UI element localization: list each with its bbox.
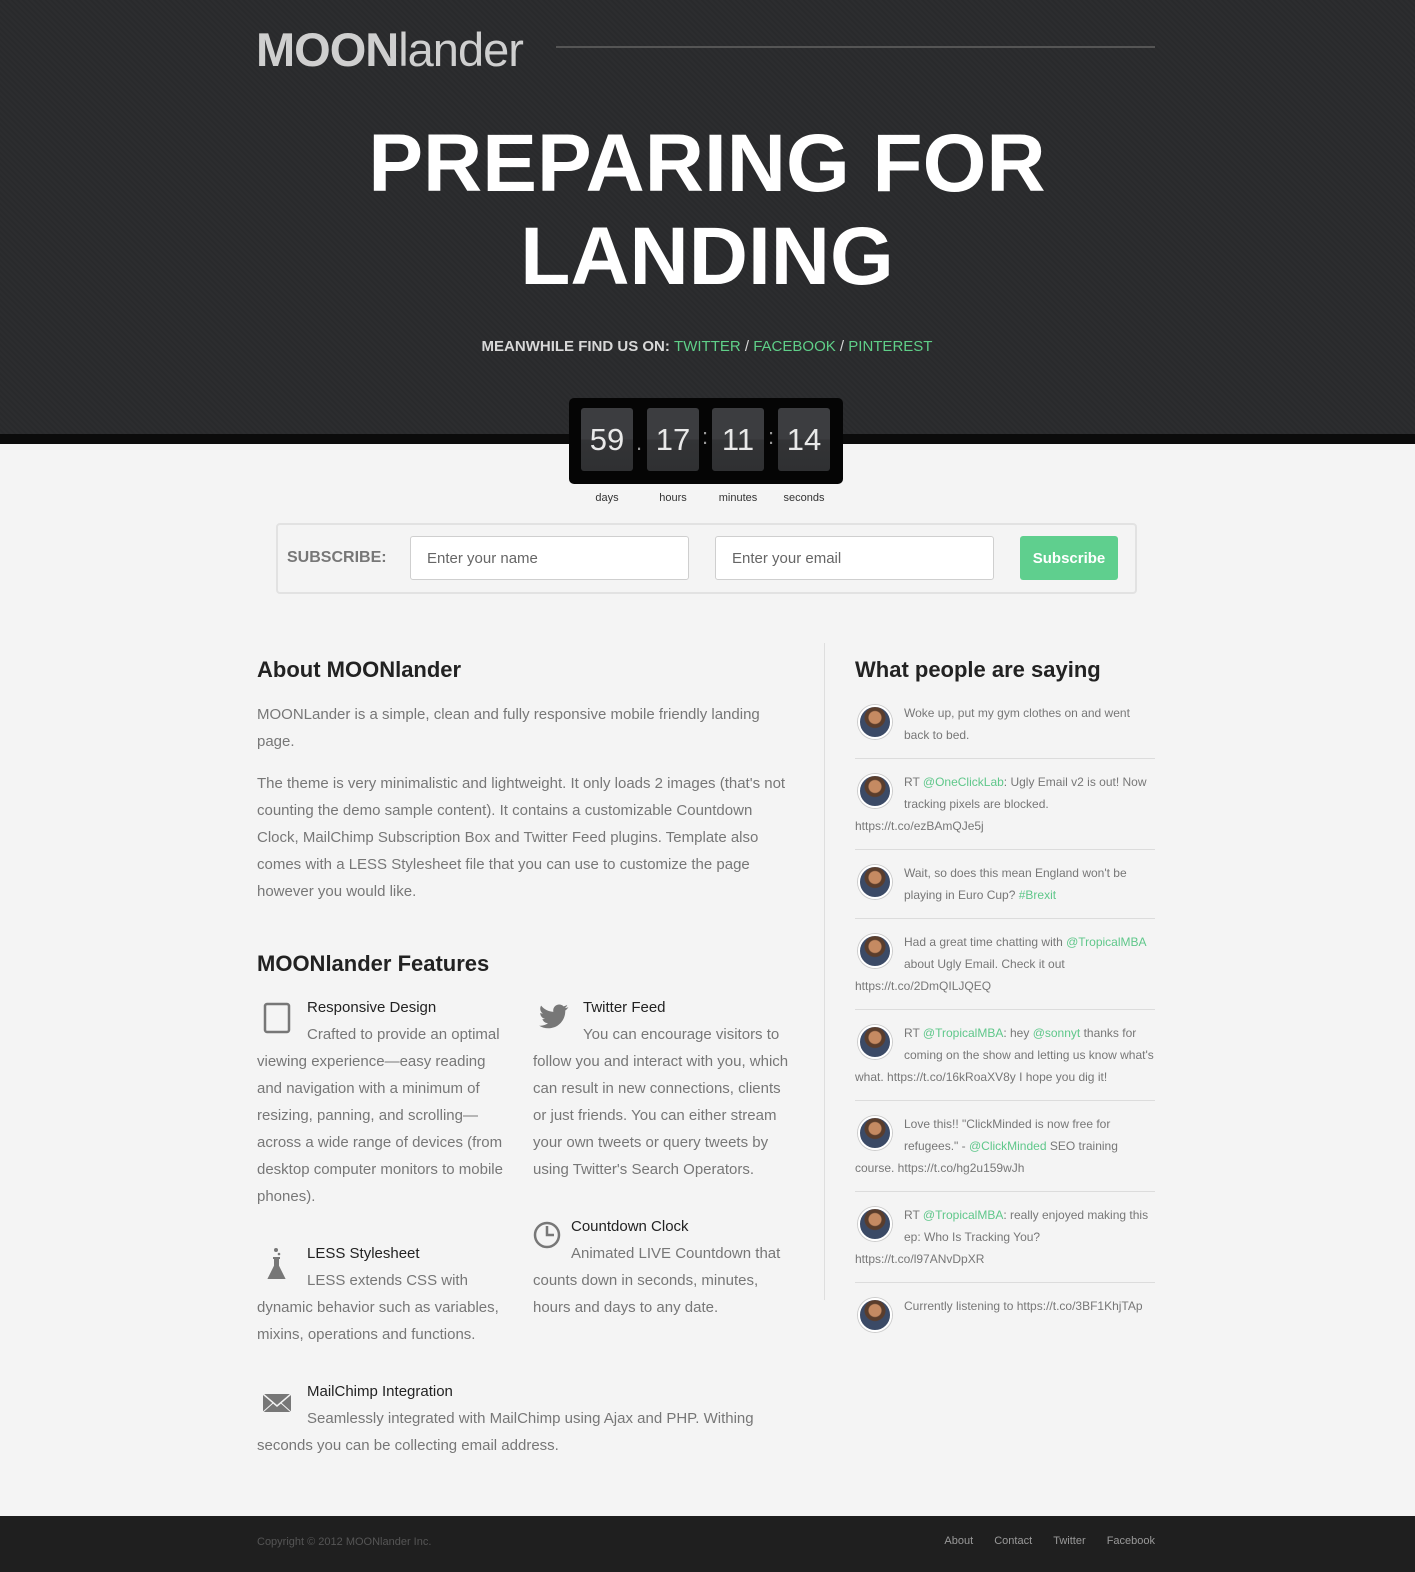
tweet-text: RT [904, 1208, 923, 1222]
tweet-item: Had a great time chatting with @Tropical… [855, 929, 1155, 1010]
clock-icon [533, 1221, 561, 1249]
logo[interactable]: MOONlander [256, 22, 524, 76]
tweet-text: Woke up, put my gym clothes on and went … [904, 706, 1130, 742]
tweet-list: Woke up, put my gym clothes on and went … [855, 700, 1155, 1354]
tweet-text: Wait, so does this mean England won't be… [904, 866, 1127, 902]
tweet-link[interactable]: #Brexit [1019, 888, 1056, 902]
avatar[interactable] [858, 865, 892, 899]
hero-section: MOONlander PREPARING FOR LANDING MEANWHI… [0, 0, 1415, 434]
tweet-link[interactable]: @OneClickLab [923, 775, 1004, 789]
avatar[interactable] [858, 1207, 892, 1241]
separator: / [839, 338, 845, 355]
tweet-text: Currently listening to https://t.co/3BF1… [904, 1299, 1143, 1313]
tweet-link[interactable]: @TropicalMBA [1066, 935, 1146, 949]
countdown-separator: . [635, 430, 643, 455]
tweet-item: Woke up, put my gym clothes on and went … [855, 700, 1155, 759]
about-title: About MOONlander [257, 657, 462, 682]
testimonials-title: What people are saying [855, 657, 1101, 682]
tweet-item: RT @TropicalMBA: hey @sonnyt thanks for … [855, 1020, 1155, 1101]
features-title: MOONlander Features [257, 951, 490, 976]
feature-desc: LESS extends CSS with dynamic behavior s… [257, 1272, 499, 1343]
feature-title: MailChimp Integration [307, 1383, 453, 1400]
feature-desc: Animated LIVE Countdown that counts down… [533, 1245, 781, 1316]
tweet-text: RT [904, 775, 923, 789]
countdown-hours: 17 [647, 408, 699, 471]
countdown-minutes: 11 [712, 408, 764, 471]
tweet-link[interactable]: @ClickMinded [969, 1139, 1047, 1153]
avatar[interactable] [858, 1298, 892, 1332]
countdown-separator: : [701, 424, 709, 449]
name-input[interactable] [410, 536, 689, 580]
logo-light: lander [398, 23, 524, 76]
subscribe-box: SUBSCRIBE: Subscribe [276, 523, 1137, 594]
countdown-label-seconds: seconds [783, 492, 825, 504]
tweet-text: : hey [1003, 1026, 1033, 1040]
column-divider [824, 643, 825, 1300]
feature-less-stylesheet: LESS Stylesheet LESS extends CSS with dy… [257, 1240, 507, 1348]
tweet-text: Had a great time chatting with [904, 935, 1067, 949]
find-us-label: MEANWHILE FIND US ON: [481, 338, 670, 355]
countdown-days: 59 [581, 408, 633, 471]
footer-links: About Contact Twitter Facebook [926, 1535, 1155, 1547]
footer: Copyright © 2012 MOONlander Inc. About C… [0, 1516, 1415, 1572]
tweet-item: RT @OneClickLab: Ugly Email v2 is out! N… [855, 769, 1155, 850]
email-input[interactable] [715, 536, 994, 580]
logo-bold: MOON [256, 23, 399, 76]
feature-title: Responsive Design [307, 999, 437, 1016]
footer-link-about[interactable]: About [944, 1535, 973, 1547]
tweet-item: RT @TropicalMBA: really enjoyed making t… [855, 1202, 1155, 1283]
footer-link-twitter[interactable]: Twitter [1053, 1535, 1085, 1547]
feature-desc: Crafted to provide an optimal viewing ex… [257, 1026, 503, 1205]
tablet-icon [263, 1002, 291, 1034]
footer-link-facebook[interactable]: Facebook [1107, 1535, 1155, 1547]
tweet-item: Currently listening to https://t.co/3BF1… [855, 1293, 1155, 1344]
countdown-seconds: 14 [778, 408, 830, 471]
flask-icon [267, 1248, 286, 1279]
tweet-item: Wait, so does this mean England won't be… [855, 860, 1155, 919]
feature-title: Twitter Feed [583, 999, 666, 1016]
avatar[interactable] [858, 705, 892, 739]
tweet-item: Love this!! "ClickMinded is now free for… [855, 1111, 1155, 1192]
twitter-link[interactable]: TWITTER [674, 338, 741, 355]
headline: PREPARING FOR LANDING [368, 118, 1046, 302]
twitter-bird-icon [539, 1004, 569, 1029]
tweet-link[interactable]: @TropicalMBA [923, 1026, 1003, 1040]
feature-mailchimp-integration: MailChimp Integration Seamlessly integra… [257, 1378, 777, 1459]
feature-title: LESS Stylesheet [307, 1245, 420, 1262]
facebook-link[interactable]: FACEBOOK [753, 338, 836, 355]
avatar[interactable] [858, 774, 892, 808]
countdown-label-minutes: minutes [718, 492, 758, 504]
feature-twitter-feed: Twitter Feed You can encourage visitors … [533, 994, 793, 1183]
envelope-icon [262, 1393, 292, 1413]
avatar[interactable] [858, 1116, 892, 1150]
countdown-clock: 59 . 17 : 11 : 14 [569, 398, 843, 484]
find-us: MEANWHILE FIND US ON: TWITTER / FACEBOOK… [257, 338, 1157, 355]
tweet-link[interactable]: @sonnyt [1033, 1026, 1081, 1040]
tweet-text: RT [904, 1026, 923, 1040]
separator: / [744, 338, 750, 355]
feature-countdown-clock: Countdown Clock Animated LIVE Countdown … [533, 1213, 793, 1321]
countdown-label-days: days [595, 492, 619, 504]
feature-title: Countdown Clock [571, 1218, 689, 1235]
feature-desc: You can encourage visitors to follow you… [533, 1026, 789, 1178]
countdown-separator: : [767, 424, 775, 449]
countdown-label-hours: hours [659, 492, 687, 504]
avatar[interactable] [858, 934, 892, 968]
copyright: Copyright © 2012 MOONlander Inc. [257, 1536, 432, 1548]
logo-divider [556, 46, 1155, 48]
about-paragraph: MOONLander is a simple, clean and fully … [257, 706, 760, 750]
avatar[interactable] [858, 1025, 892, 1059]
subscribe-label: SUBSCRIBE: [287, 549, 387, 566]
tweet-link[interactable]: @TropicalMBA [923, 1208, 1003, 1222]
subscribe-button[interactable]: Subscribe [1020, 536, 1118, 580]
pinterest-link[interactable]: PINTEREST [848, 338, 932, 355]
about-paragraph: The theme is very minimalistic and light… [257, 775, 786, 900]
feature-responsive-design: Responsive Design Crafted to provide an … [257, 994, 507, 1210]
footer-link-contact[interactable]: Contact [994, 1535, 1032, 1547]
feature-desc: Seamlessly integrated with MailChimp usi… [257, 1410, 754, 1454]
